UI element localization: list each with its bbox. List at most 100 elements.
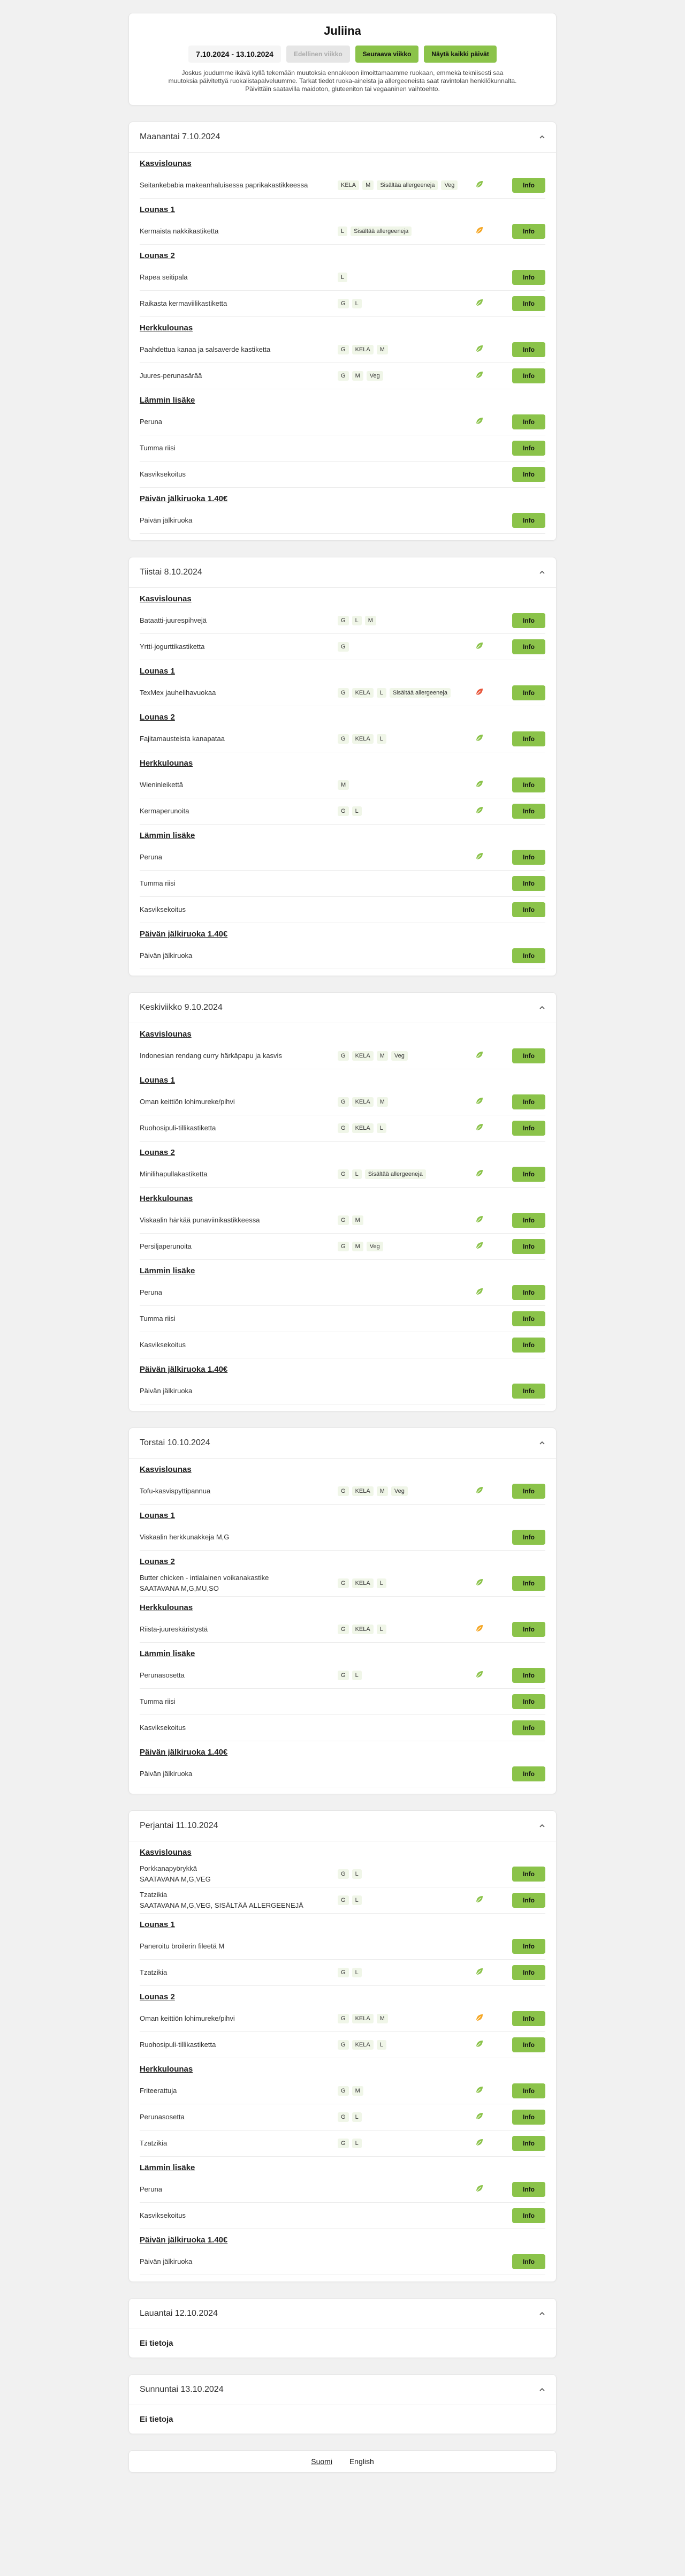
day-header[interactable]: Tiistai 8.10.2024 xyxy=(129,557,556,588)
leaf-icon xyxy=(475,1241,484,1252)
diet-tags: GL xyxy=(338,2112,466,2122)
next-week-button[interactable]: Seuraava viikko xyxy=(355,46,419,63)
info-button[interactable]: Info xyxy=(512,414,545,429)
info-button[interactable]: Info xyxy=(512,296,545,311)
dish-name: Yrtti-jogurttikastiketta xyxy=(140,643,205,651)
info-button[interactable]: Info xyxy=(512,270,545,285)
section-title: Kasvislounas xyxy=(140,1465,192,1474)
eco-indicator xyxy=(466,2138,493,2149)
info-button[interactable]: Info xyxy=(512,2011,545,2026)
section-title: Päivän jälkiruoka 1.40€ xyxy=(140,930,228,939)
info-button[interactable]: Info xyxy=(512,1720,545,1735)
info-button[interactable]: Info xyxy=(512,1048,545,1063)
info-button[interactable]: Info xyxy=(512,467,545,482)
chevron-up-icon[interactable] xyxy=(539,1004,545,1011)
language-fi-link[interactable]: Suomi xyxy=(311,2457,332,2466)
info-button[interactable]: Info xyxy=(512,2182,545,2197)
day-header[interactable]: Keskiviikko 9.10.2024 xyxy=(129,993,556,1023)
info-button[interactable]: Info xyxy=(512,2037,545,2052)
info-button[interactable]: Info xyxy=(512,1239,545,1254)
info-button[interactable]: Info xyxy=(512,948,545,963)
chevron-up-icon[interactable] xyxy=(539,134,545,140)
diet-tag: L xyxy=(376,1123,386,1133)
info-button[interactable]: Info xyxy=(512,1939,545,1954)
diet-tag: KELA xyxy=(352,734,374,744)
info-button[interactable]: Info xyxy=(512,178,545,193)
diet-tag: G xyxy=(338,2112,349,2122)
info-button[interactable]: Info xyxy=(512,2083,545,2098)
diet-tags: G KELA L xyxy=(338,1578,466,1588)
info-button[interactable]: Info xyxy=(512,1338,545,1353)
info-button[interactable]: Info xyxy=(512,1668,545,1683)
show-all-days-button[interactable]: Näytä kaikki päivät xyxy=(424,46,497,63)
info-button[interactable]: Info xyxy=(512,1893,545,1908)
info-button[interactable]: Info xyxy=(512,1167,545,1182)
info-button[interactable]: Info xyxy=(512,1622,545,1637)
page-title: Juliina xyxy=(324,24,361,37)
info-button[interactable]: Info xyxy=(512,1094,545,1109)
info-button[interactable]: Info xyxy=(512,1867,545,1882)
info-button[interactable]: Info xyxy=(512,1484,545,1499)
info-button[interactable]: Info xyxy=(512,1576,545,1591)
info-button[interactable]: Info xyxy=(512,2136,545,2151)
info-button[interactable]: Info xyxy=(512,804,545,819)
menu-item-name: Tzatzikia xyxy=(140,2139,338,2148)
info-button[interactable]: Info xyxy=(512,850,545,865)
eco-indicator xyxy=(466,1895,493,1906)
info-button[interactable]: Info xyxy=(512,685,545,700)
info-button[interactable]: Info xyxy=(512,777,545,792)
info-button[interactable]: Info xyxy=(512,1121,545,1136)
menu-item-name: TexMex jauhelihavuokaa xyxy=(140,689,338,697)
diet-tag: M xyxy=(352,1242,363,1251)
leaf-icon xyxy=(475,2184,484,2195)
chevron-up-icon[interactable] xyxy=(539,569,545,576)
diet-tag: KELA xyxy=(352,688,374,698)
info-button[interactable]: Info xyxy=(512,1530,545,1545)
day-header[interactable]: Perjantai 11.10.2024 xyxy=(129,1811,556,1841)
info-button[interactable]: Info xyxy=(512,1766,545,1781)
day-header[interactable]: Sunnuntai 13.10.2024 xyxy=(129,2375,556,2405)
info-button[interactable]: Info xyxy=(512,1213,545,1228)
day-header[interactable]: Torstai 10.10.2024 xyxy=(129,1428,556,1459)
info-button[interactable]: Info xyxy=(512,2254,545,2269)
info-button[interactable]: Info xyxy=(512,342,545,357)
day-header[interactable]: Lauantai 12.10.2024 xyxy=(129,2299,556,2329)
menu-item-row: Tumma riisi Info xyxy=(140,435,545,462)
info-button[interactable]: Info xyxy=(512,731,545,746)
info-button[interactable]: Info xyxy=(512,902,545,917)
info-button[interactable]: Info xyxy=(512,2208,545,2223)
chevron-up-icon[interactable] xyxy=(539,1440,545,1446)
info-button[interactable]: Info xyxy=(512,513,545,528)
section-title: Päivän jälkiruoka 1.40€ xyxy=(140,1748,228,1757)
info-button[interactable]: Info xyxy=(512,1285,545,1300)
info-button[interactable]: Info xyxy=(512,876,545,891)
dish-name: Fajitamausteista kanapataa xyxy=(140,735,225,743)
info-button[interactable]: Info xyxy=(512,2110,545,2125)
chevron-up-icon[interactable] xyxy=(539,2310,545,2317)
day-header[interactable]: Maanantai 7.10.2024 xyxy=(129,122,556,153)
info-button[interactable]: Info xyxy=(512,639,545,654)
menu-item-name: Riista-juureskäristystä xyxy=(140,1625,338,1634)
info-button[interactable]: Info xyxy=(512,1965,545,1980)
chevron-up-icon[interactable] xyxy=(539,1823,545,1829)
info-button[interactable]: Info xyxy=(512,613,545,628)
info-button[interactable]: Info xyxy=(512,368,545,383)
section-title: Lounas 2 xyxy=(140,713,175,722)
dish-name: Friteerattuja xyxy=(140,2087,177,2095)
menu-item-name: Rapea seitipala xyxy=(140,273,338,282)
info-button[interactable]: Info xyxy=(512,1384,545,1399)
menu-item-row: Juures-perunasärää G M Veg Info xyxy=(140,363,545,389)
diet-tag: G xyxy=(338,642,349,652)
info-button[interactable]: Info xyxy=(512,1694,545,1709)
diet-tags: KELA M Sisältää allergeeneja Veg xyxy=(338,180,466,190)
diet-tag: G xyxy=(338,1869,349,1879)
info-button[interactable]: Info xyxy=(512,1311,545,1326)
eco-indicator xyxy=(466,2013,493,2024)
dish-name: Ruohosipuli-tillikastiketta xyxy=(140,1124,216,1132)
info-button[interactable]: Info xyxy=(512,441,545,456)
language-en-link[interactable]: English xyxy=(349,2457,374,2466)
info-button[interactable]: Info xyxy=(512,224,545,239)
day-card: Tiistai 8.10.2024 Kasvislounas Bataatti-ju… xyxy=(128,557,557,976)
previous-week-button[interactable]: Edellinen viikko xyxy=(286,46,350,63)
chevron-up-icon[interactable] xyxy=(539,2386,545,2393)
